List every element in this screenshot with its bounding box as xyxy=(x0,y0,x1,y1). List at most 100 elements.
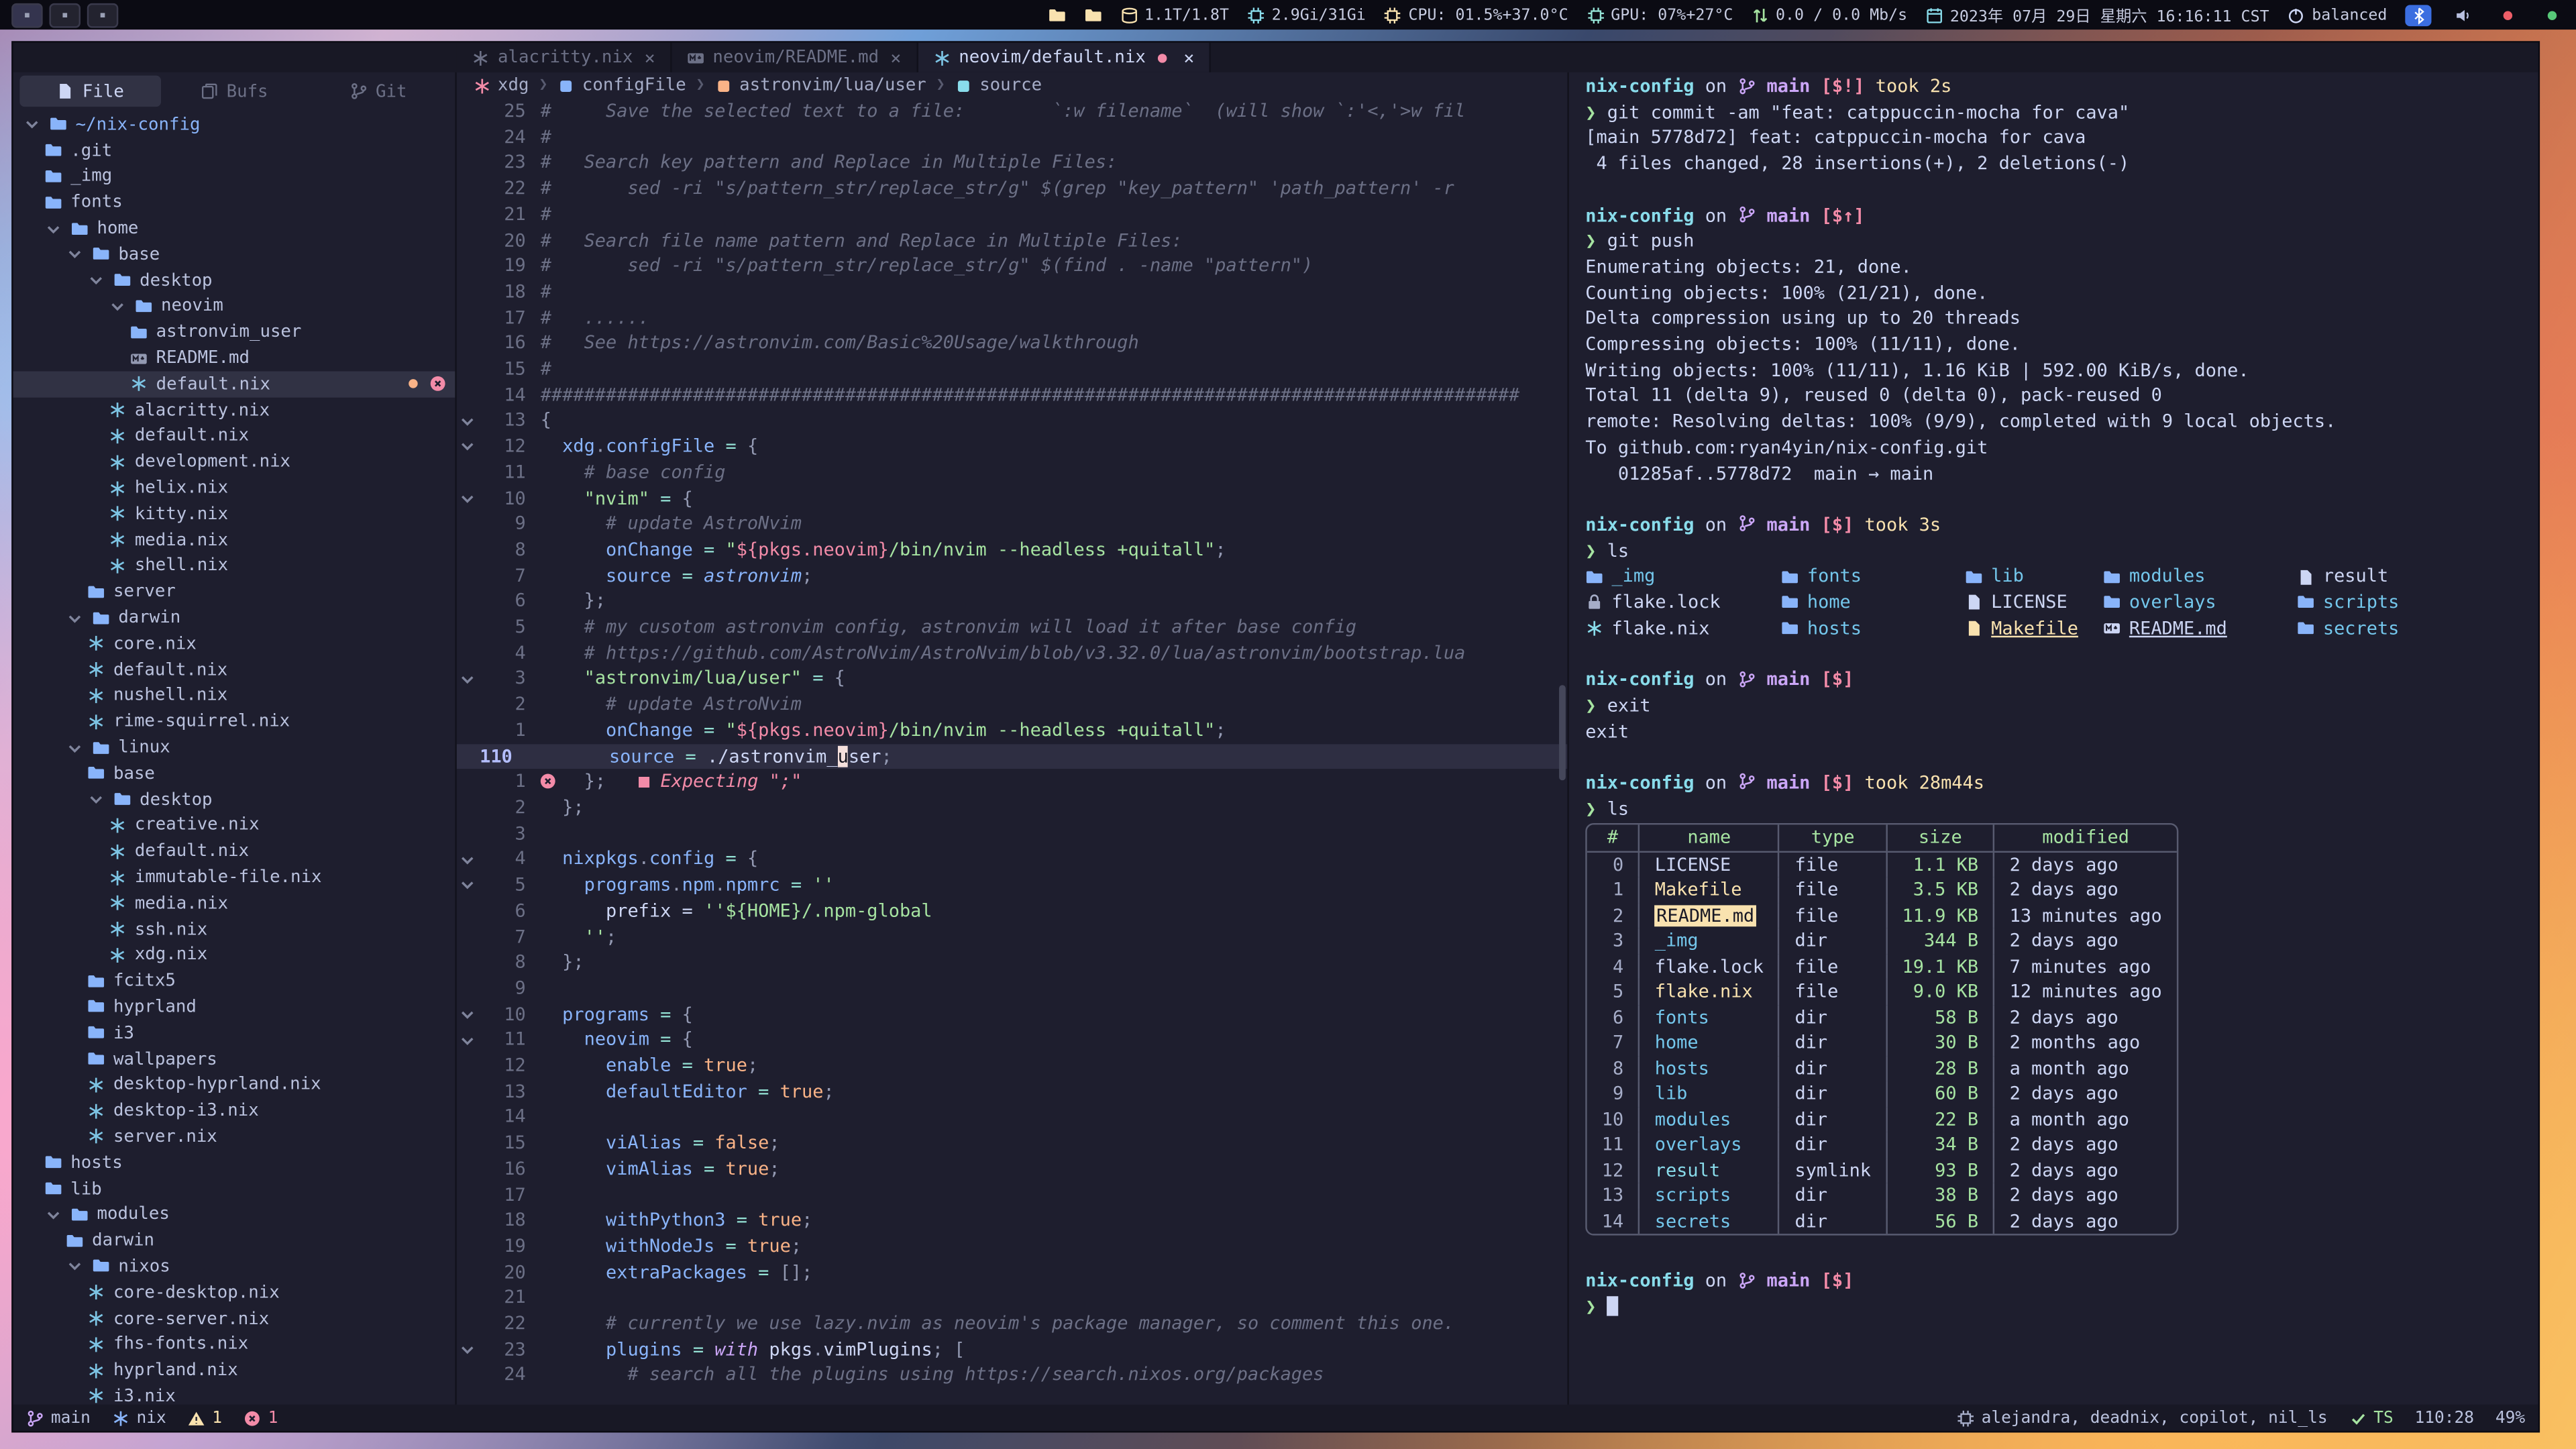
network-speed[interactable]: 0.0 / 0.0 Mb/s xyxy=(1751,6,1907,24)
memory-usage[interactable]: 2.9Gi/31Gi xyxy=(1247,6,1366,24)
cursor-position[interactable]: 110:28 xyxy=(2415,1409,2474,1427)
tree-item[interactable]: darwin xyxy=(13,605,455,631)
cpu-usage[interactable]: CPU: 01.5%+37.0°C xyxy=(1384,6,1568,24)
diagnostic-errors[interactable]: 1 xyxy=(244,1409,278,1427)
tree-item[interactable]: xdg.nix xyxy=(13,942,455,968)
tree-tab-file[interactable]: File xyxy=(19,76,160,107)
volume-tray-icon[interactable] xyxy=(2449,4,2475,25)
tree-item[interactable]: lib xyxy=(13,1176,455,1202)
code-line[interactable]: 22 # currently we use lazy.nvim as neovi… xyxy=(457,1311,1568,1336)
tree-item[interactable]: server.nix xyxy=(13,1124,455,1150)
tree-item[interactable]: default.nix xyxy=(13,839,455,865)
workspace-button[interactable]: ▪ xyxy=(11,3,43,28)
tree-item[interactable]: immutable-file.nix xyxy=(13,864,455,890)
code-line[interactable]: 14######################################… xyxy=(457,382,1568,408)
tree-item[interactable]: i3.nix xyxy=(13,1383,455,1405)
lsp-clients[interactable]: alejandra, deadnix, copilot, nil_ls xyxy=(1957,1409,2328,1427)
datetime[interactable]: 2023年 07月 29日 星期六 16:16:11 CST xyxy=(1925,3,2269,26)
code-line[interactable]: 1 onChange = "${pkgs.neovim}/bin/nvim --… xyxy=(457,718,1568,743)
code-line[interactable]: 14 xyxy=(457,1105,1568,1130)
code-line[interactable]: 20 extraPackages = []; xyxy=(457,1259,1568,1285)
tree-item[interactable]: desktop xyxy=(13,268,455,294)
code-line[interactable]: 24# xyxy=(457,124,1568,150)
workspace-button[interactable]: ▪ xyxy=(87,3,119,28)
tree-item[interactable]: desktop-hyprland.nix xyxy=(13,1072,455,1098)
tree-item[interactable]: default.nix xyxy=(13,423,455,449)
tree-item[interactable]: base xyxy=(13,761,455,787)
code-line[interactable]: 4 # https://github.com/AstroNvim/AstroNv… xyxy=(457,641,1568,666)
editor-pane[interactable]: xdg❯configFile❯astronvim/lua/user❯source… xyxy=(457,72,1568,1405)
workspace-button[interactable]: ▪ xyxy=(49,3,80,28)
code-line[interactable]: 19 withNodeJs = true; xyxy=(457,1234,1568,1259)
code-line[interactable]: 11 neovim = { xyxy=(457,1027,1568,1053)
tree-item[interactable]: ssh.nix xyxy=(13,916,455,943)
record-tray-icon[interactable] xyxy=(2494,4,2520,25)
code-line[interactable]: 15# xyxy=(457,357,1568,382)
gpu-usage[interactable]: GPU: 07%+27°C xyxy=(1587,6,1733,24)
code-line[interactable]: 24 # search all the plugins using https:… xyxy=(457,1362,1568,1388)
tree-item[interactable]: core.nix xyxy=(13,631,455,657)
code-line[interactable]: 18 withPython3 = true; xyxy=(457,1208,1568,1234)
code-line[interactable]: 9 xyxy=(457,975,1568,1001)
code-line[interactable]: 6 }; xyxy=(457,589,1568,614)
code-line[interactable]: 8 onChange = "${pkgs.neovim}/bin/nvim --… xyxy=(457,537,1568,563)
tree-item[interactable]: modules xyxy=(13,1201,455,1228)
code-line[interactable]: 10 "nvim" = { xyxy=(457,486,1568,511)
code-line[interactable]: 9 # update AstroNvim xyxy=(457,511,1568,537)
editor-tab[interactable]: alacritty.nix× xyxy=(457,43,672,72)
tree-item[interactable]: nixos xyxy=(13,1254,455,1280)
disk-usage[interactable]: 1.1T/1.8T xyxy=(1120,6,1229,24)
code-line[interactable]: 25# Save the selected text to a file: `:… xyxy=(457,99,1568,124)
tree-item[interactable]: darwin xyxy=(13,1228,455,1254)
tree-item[interactable]: core-desktop.nix xyxy=(13,1279,455,1305)
code-line[interactable]: 20# Search file name pattern and Replace… xyxy=(457,227,1568,253)
code-line[interactable]: 12 xdg.configFile = { xyxy=(457,434,1568,460)
tree-item[interactable]: astronvim_user xyxy=(13,319,455,345)
editor-tab[interactable]: neovim/default.nix× xyxy=(918,43,1211,72)
tree-item[interactable]: default.nix xyxy=(13,657,455,683)
tree-item[interactable]: rime-squirrel.nix xyxy=(13,708,455,735)
code-line[interactable]: 8 }; xyxy=(457,950,1568,975)
tree-item[interactable]: media.nix xyxy=(13,527,455,553)
tree-item[interactable]: desktop-i3.nix xyxy=(13,1098,455,1124)
tree-item[interactable]: shell.nix xyxy=(13,553,455,579)
tree-item[interactable]: media.nix xyxy=(13,890,455,916)
code-line[interactable]: 17# ...... xyxy=(457,305,1568,331)
mount-root[interactable] xyxy=(1047,6,1065,24)
code-line[interactable]: 18# xyxy=(457,279,1568,305)
code-line[interactable]: 23# Search key pattern and Replace in Mu… xyxy=(457,150,1568,176)
code-line[interactable]: 21 xyxy=(457,1285,1568,1311)
breadcrumb-item[interactable]: configFile xyxy=(557,76,686,95)
bluetooth-tray-icon[interactable] xyxy=(2405,4,2431,25)
code-line[interactable]: 23 plugins = with pkgs.vimPlugins; [ xyxy=(457,1337,1568,1362)
tree-tab-bufs[interactable]: Bufs xyxy=(164,76,305,107)
tree-item[interactable]: _img xyxy=(13,164,455,190)
code-line[interactable]: 3 "astronvim/lua/user" = { xyxy=(457,666,1568,692)
tree-item[interactable]: neovim xyxy=(13,293,455,319)
code-area[interactable]: 25# Save the selected text to a file: `:… xyxy=(457,99,1568,1389)
code-line[interactable]: 12 enable = true; xyxy=(457,1053,1568,1079)
code-line[interactable]: 16# See https://astronvim.com/Basic%20Us… xyxy=(457,331,1568,356)
code-line[interactable]: 110 source = ./astronvim_user; xyxy=(457,743,1568,769)
tree-item[interactable]: hyprland xyxy=(13,994,455,1020)
diagnostic-warnings[interactable]: 1 xyxy=(188,1409,223,1427)
tree-item[interactable]: README.md xyxy=(13,345,455,372)
tree-item[interactable]: helix.nix xyxy=(13,475,455,501)
tree-item[interactable]: hosts xyxy=(13,1150,455,1176)
tree-item[interactable]: hyprland.nix xyxy=(13,1357,455,1383)
mount-home[interactable] xyxy=(1083,6,1102,24)
tab-close-icon[interactable]: × xyxy=(1183,47,1194,68)
code-line[interactable]: 5 # my cusotom astronvim config, astronv… xyxy=(457,614,1568,640)
code-line[interactable]: 10 programs = { xyxy=(457,1002,1568,1027)
breadcrumb-item[interactable]: astronvim/lua/user xyxy=(714,76,926,95)
scroll-percent[interactable]: 49% xyxy=(2496,1409,2525,1427)
tree-item[interactable]: fcitx5 xyxy=(13,968,455,994)
code-line[interactable]: 6 prefix = ''${HOME}/.npm-global xyxy=(457,898,1568,924)
code-line[interactable]: 15 viAlias = false; xyxy=(457,1130,1568,1156)
tree-item[interactable]: .git xyxy=(13,138,455,164)
code-line[interactable]: 5 programs.npm.npmrc = '' xyxy=(457,873,1568,898)
tree-item[interactable]: nushell.nix xyxy=(13,683,455,709)
code-line[interactable]: 19# sed -ri "s/pattern_str/replace_str/g… xyxy=(457,254,1568,279)
tree-item[interactable]: linux xyxy=(13,735,455,761)
tree-item[interactable]: core-server.nix xyxy=(13,1305,455,1332)
